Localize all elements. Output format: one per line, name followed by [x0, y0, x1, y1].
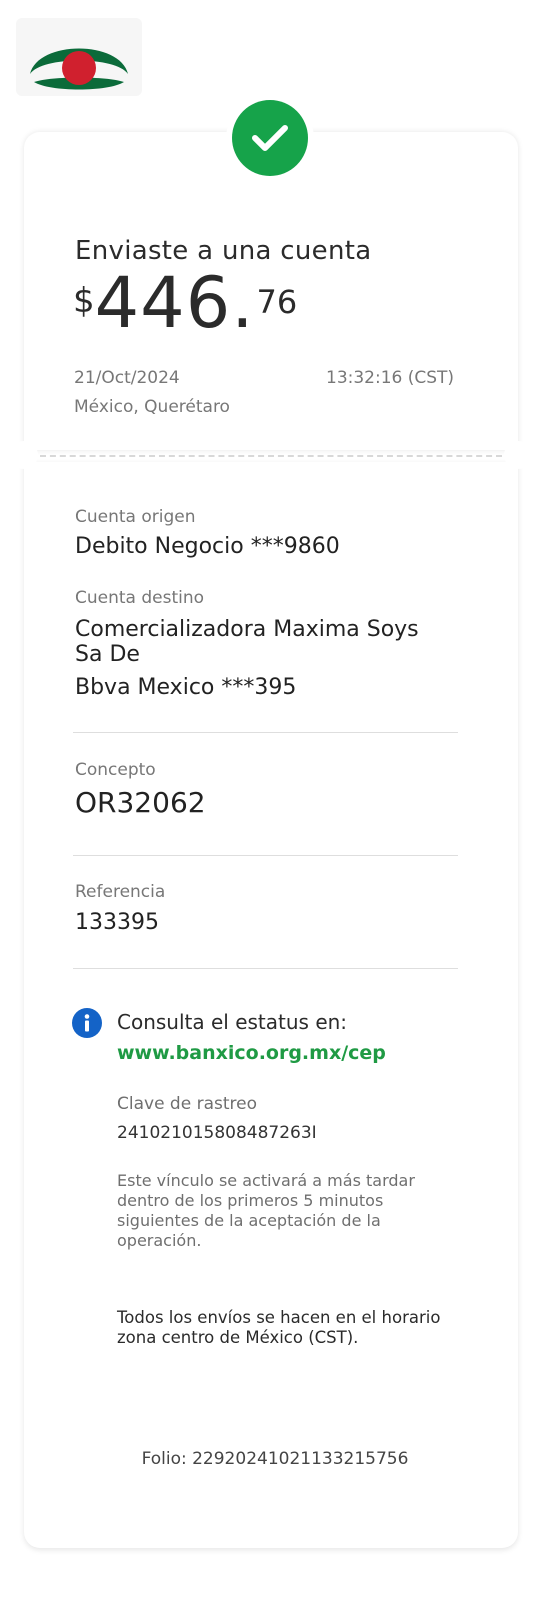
concept-value: OR32062 — [75, 786, 206, 819]
folio-number: Folio: 229202410211332157​56 — [141, 1449, 409, 1469]
checkmark-icon — [232, 100, 308, 176]
section-divider — [73, 968, 458, 969]
info-icon — [72, 1008, 102, 1038]
link-activation-note: Este vínculo se activará a más tardar de… — [117, 1171, 415, 1250]
section-divider — [73, 732, 458, 733]
origin-account-value: Debito Negocio ***9860 — [75, 534, 340, 559]
transfer-date: 21/Oct/2024 — [74, 368, 180, 388]
transfer-location: México, Querétaro — [74, 397, 230, 417]
transfer-receipt-page: Enviaste a una cuenta $446.76 21/Oct/202… — [0, 0, 540, 1598]
dest-account-bank: Bbva Mexico ***395 — [75, 675, 297, 700]
amount-integer: 446. — [94, 262, 255, 344]
dest-account-label: Cuenta destino — [75, 588, 205, 608]
reference-label: Referencia — [75, 882, 166, 902]
banxico-cep-link[interactable]: www.banxico.org.mx/cep — [117, 1042, 386, 1064]
receipt-notch-right — [504, 441, 532, 469]
amount-currency: $ — [73, 281, 95, 321]
reference-value: 133395 — [75, 910, 159, 935]
transfer-time: 13:32:16 (CST) — [326, 368, 455, 388]
amount-cents: 76 — [256, 283, 298, 321]
transfer-amount: $446.76 — [73, 268, 297, 338]
bank-logo-icon — [16, 18, 142, 96]
schedule-note: Todos los envíos se hacen en el horario … — [117, 1308, 441, 1347]
tracking-key-value: 241021015808487263I — [117, 1123, 317, 1143]
origin-account-label: Cuenta origen — [75, 507, 196, 527]
tracking-key-label: Clave de rastreo — [117, 1094, 257, 1114]
dest-account-name-line2: Sa De — [75, 642, 140, 667]
section-divider — [73, 855, 458, 856]
receipt-notch-left — [10, 441, 38, 469]
concept-label: Concepto — [75, 760, 156, 780]
status-check-title: Consulta el estatus en: — [117, 1010, 348, 1034]
perforation-divider — [40, 455, 502, 457]
